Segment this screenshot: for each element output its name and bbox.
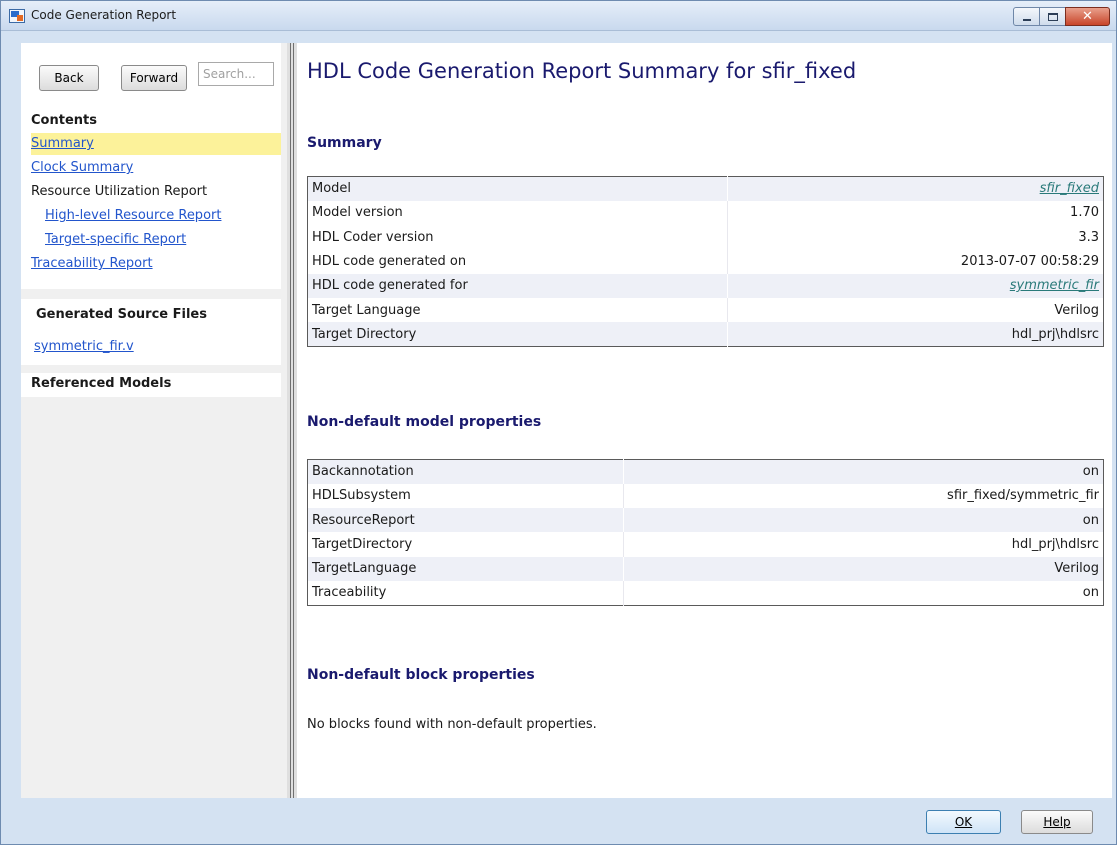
row-value: Verilog — [1054, 302, 1099, 318]
row-value: hdl_prj\hdlsrc — [727, 322, 1104, 347]
row-key: Backannotation — [307, 459, 624, 484]
row-key: HDL code generated on — [307, 249, 728, 274]
ok-button-label: OK — [954, 815, 973, 829]
summary-table: Model sfir_fixed Model version 1.70 HDL … — [307, 176, 1104, 348]
table-row: Model sfir_fixed — [307, 176, 1104, 201]
table-row: Traceability on — [307, 580, 1104, 606]
row-value: symmetric_fir — [727, 273, 1104, 298]
window-title: Code Generation Report — [31, 8, 177, 22]
navigation-toolbar: Back Forward — [21, 43, 281, 101]
subsystem-link[interactable]: symmetric_fir — [1010, 278, 1099, 293]
table-row: TargetDirectory hdl_prj\hdlsrc — [307, 532, 1104, 557]
table-row: Model version 1.70 — [307, 200, 1104, 226]
row-key: Model — [307, 176, 728, 201]
help-button-label: Help — [1043, 815, 1071, 829]
source-file-link[interactable]: symmetric_fir.v — [34, 339, 134, 354]
row-value: on — [623, 459, 1104, 484]
nav-link-clock-summary[interactable]: Clock Summary — [31, 160, 133, 175]
help-button[interactable]: Help — [1021, 810, 1093, 834]
table-row: Backannotation on — [307, 459, 1104, 484]
sidebar: Back Forward Contents Summary Clock Summ… — [21, 43, 289, 798]
row-key: HDLSubsystem — [307, 483, 624, 509]
minimize-button[interactable] — [1013, 7, 1040, 26]
generated-source-files-panel: Generated Source Files symmetric_fir.v — [21, 299, 281, 365]
row-key: TargetLanguage — [307, 556, 624, 581]
row-value: 2013-07-07 00:58:29 — [960, 254, 1099, 270]
nav-link-target-specific[interactable]: Target-specific Report — [45, 232, 186, 247]
app-icon — [9, 9, 25, 23]
model-properties-section-title: Non-default model properties — [307, 414, 542, 430]
referenced-models-title: Referenced Models — [31, 376, 172, 391]
row-key: TargetDirectory — [307, 532, 624, 557]
model-link[interactable]: sfir_fixed — [1040, 181, 1099, 196]
close-button[interactable]: ✕ — [1065, 7, 1110, 26]
row-value: sfir_fixed/symmetric_fir — [947, 488, 1099, 504]
row-value: 1.70 — [1070, 205, 1099, 221]
row-key: ResourceReport — [307, 508, 624, 533]
row-key: Target Language — [307, 297, 728, 323]
nav-link-high-level-resource[interactable]: High-level Resource Report — [45, 208, 221, 223]
contents-panel: Contents Summary Clock Summary Resource … — [21, 101, 281, 289]
nav-link-traceability[interactable]: Traceability Report — [31, 256, 153, 271]
no-blocks-message: No blocks found with non-default propert… — [307, 717, 597, 732]
table-row: HDL code generated for symmetric_fir — [307, 273, 1104, 298]
page-title: HDL Code Generation Report Summary for s… — [307, 59, 857, 83]
row-key: HDL Coder version — [307, 225, 728, 250]
back-button[interactable]: Back — [39, 65, 99, 91]
report-content: HDL Code Generation Report Summary for s… — [297, 43, 1112, 798]
nav-resource-utilization: Resource Utilization Report — [31, 184, 208, 199]
pane-splitter[interactable] — [287, 43, 297, 798]
maximize-icon — [1048, 13, 1058, 21]
close-icon: ✕ — [1082, 9, 1093, 24]
dialog-button-bar: OK Help — [1, 798, 1116, 844]
referenced-models-panel: Referenced Models — [21, 373, 281, 397]
table-row: HDL code generated on 2013-07-07 00:58:2… — [307, 249, 1104, 274]
report-window: Code Generation Report ✕ Back Forward Co… — [0, 0, 1117, 845]
row-key: Model version — [307, 200, 728, 226]
nav-link-summary[interactable]: Summary — [31, 136, 94, 151]
minimize-icon — [1023, 19, 1031, 21]
row-key: Traceability — [307, 580, 624, 606]
table-row: Target Directory hdl_prj\hdlsrc — [307, 322, 1104, 347]
row-key: HDL code generated for — [307, 273, 728, 298]
table-row: ResourceReport on — [307, 508, 1104, 533]
generated-source-files-title: Generated Source Files — [36, 307, 207, 322]
block-properties-section-title: Non-default block properties — [307, 667, 535, 683]
row-value: on — [1082, 585, 1099, 601]
row-value: hdl_prj\hdlsrc — [1011, 537, 1099, 553]
forward-button[interactable]: Forward — [121, 65, 187, 91]
row-key: Target Directory — [307, 322, 728, 347]
model-properties-table: Backannotation on HDLSubsystem sfir_fixe… — [307, 459, 1104, 606]
row-value: on — [623, 508, 1104, 533]
table-row: TargetLanguage Verilog — [307, 556, 1104, 581]
search-input[interactable] — [198, 62, 274, 86]
table-row: Target Language Verilog — [307, 297, 1104, 323]
row-value: sfir_fixed — [727, 176, 1104, 201]
row-value: 3.3 — [1078, 229, 1099, 245]
summary-section-title: Summary — [307, 135, 382, 151]
table-row: HDL Coder version 3.3 — [307, 225, 1104, 250]
maximize-button[interactable] — [1039, 7, 1066, 26]
ok-button[interactable]: OK — [926, 810, 1001, 834]
window-controls: ✕ — [1013, 7, 1110, 26]
title-bar[interactable]: Code Generation Report ✕ — [1, 1, 1116, 31]
contents-title: Contents — [31, 113, 97, 128]
row-value: Verilog — [623, 556, 1104, 581]
table-row: HDLSubsystem sfir_fixed/symmetric_fir — [307, 483, 1104, 509]
